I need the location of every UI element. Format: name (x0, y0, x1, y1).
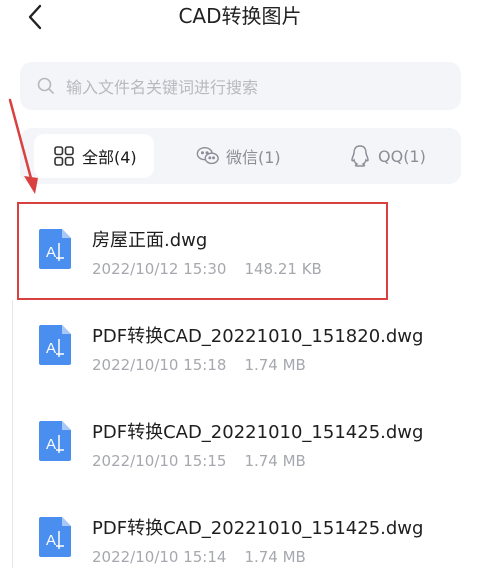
svg-text:A: A (46, 532, 56, 549)
grid-icon (52, 144, 76, 168)
cad-file-icon: A (39, 325, 71, 365)
wechat-icon (196, 144, 220, 168)
file-date: 2022/10/10 15:14 (92, 548, 227, 566)
qq-icon (348, 144, 372, 168)
cad-file-icon: A (39, 517, 71, 557)
list-item[interactable]: A PDF转换CAD_20221010_151820.dwg 2022/10/1… (20, 300, 461, 394)
file-meta: 2022/10/10 15:18 1.74 MB (92, 356, 306, 374)
file-meta: 2022/10/12 15:30 148.21 KB (92, 260, 322, 278)
file-date: 2022/10/10 15:18 (92, 356, 227, 374)
tab-qq-label: QQ(1) (378, 146, 426, 166)
page-title: CAD转换图片 (178, 4, 302, 28)
file-name: 房屋正面.dwg (92, 230, 208, 251)
file-date: 2022/10/12 15:30 (92, 260, 227, 278)
tab-qq[interactable]: QQ(1) (348, 134, 426, 178)
svg-text:A: A (46, 436, 56, 453)
file-name: PDF转换CAD_20221010_151425.dwg (92, 518, 424, 539)
list-item[interactable]: A PDF转换CAD_20221010_151425.dwg 2022/10/1… (20, 492, 461, 568)
svg-text:A: A (46, 244, 56, 261)
source-tabs: 全部(4) 微信(1) QQ(1) (20, 128, 461, 184)
svg-text:A: A (46, 340, 56, 357)
tab-wechat[interactable]: 微信(1) (196, 134, 281, 178)
search-input[interactable]: 输入文件名关键词进行搜索 (20, 62, 461, 110)
search-placeholder: 输入文件名关键词进行搜索 (66, 78, 259, 97)
file-size: 1.74 MB (244, 548, 306, 566)
file-name: PDF转换CAD_20221010_151820.dwg (92, 326, 424, 347)
list-item[interactable]: A PDF转换CAD_20221010_151425.dwg 2022/10/1… (20, 396, 461, 490)
tab-all-label: 全部(4) (82, 148, 137, 167)
search-icon (36, 76, 56, 96)
file-size: 148.21 KB (244, 260, 322, 278)
file-date: 2022/10/10 15:15 (92, 452, 227, 470)
tab-all[interactable]: 全部(4) (34, 134, 154, 178)
file-name: PDF转换CAD_20221010_151425.dwg (92, 422, 424, 443)
file-meta: 2022/10/10 15:15 1.74 MB (92, 452, 306, 470)
cad-file-icon: A (39, 421, 71, 461)
file-size: 1.74 MB (244, 452, 306, 470)
tab-wechat-label: 微信(1) (226, 148, 281, 167)
file-size: 1.74 MB (244, 356, 306, 374)
file-meta: 2022/10/10 15:14 1.74 MB (92, 548, 306, 566)
header-bar: CAD转换图片 (0, 0, 480, 34)
list-item[interactable]: A 房屋正面.dwg 2022/10/12 15:30 148.21 KB (20, 204, 461, 298)
divider (12, 300, 13, 568)
cad-file-icon: A (39, 229, 71, 269)
